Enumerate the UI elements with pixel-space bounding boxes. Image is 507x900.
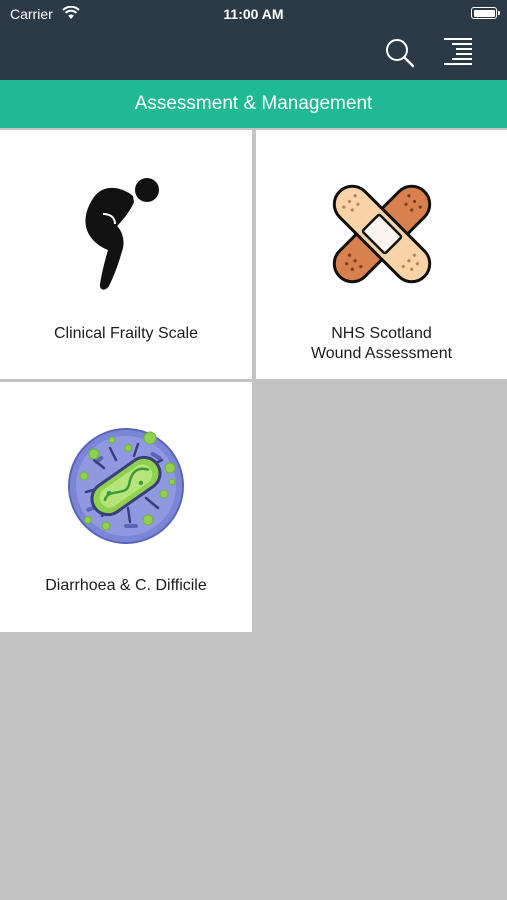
tile-clinical-frailty-scale[interactable]: Clinical Frailty Scale [0, 130, 252, 379]
status-time: 11:00 AM [223, 6, 284, 22]
menu-button[interactable] [440, 36, 476, 70]
top-bar: Carrier 11:00 AM [0, 0, 507, 80]
tile-label: Diarrhoea & C. Difficile [45, 577, 207, 594]
search-button[interactable] [383, 36, 417, 70]
page-title: Assessment & Management [0, 80, 507, 128]
bacteria-icon [68, 428, 184, 544]
tile-label: NHS Scotland Wound Assessment [310, 325, 453, 362]
plaster-bandage-icon [332, 184, 431, 284]
search-icon [386, 39, 415, 68]
tile-diarrhoea-c-difficile[interactable]: Diarrhoea & C. Difficile [0, 382, 252, 632]
battery-icon [471, 7, 500, 19]
menu-lines-icon [444, 38, 472, 65]
status-bar: Carrier 11:00 AM [0, 0, 507, 28]
tile-wound-assessment[interactable]: NHS Scotland Wound Assessment [256, 130, 507, 379]
tile-label: Clinical Frailty Scale [53, 325, 199, 342]
stooped-person-icon [85, 178, 159, 290]
